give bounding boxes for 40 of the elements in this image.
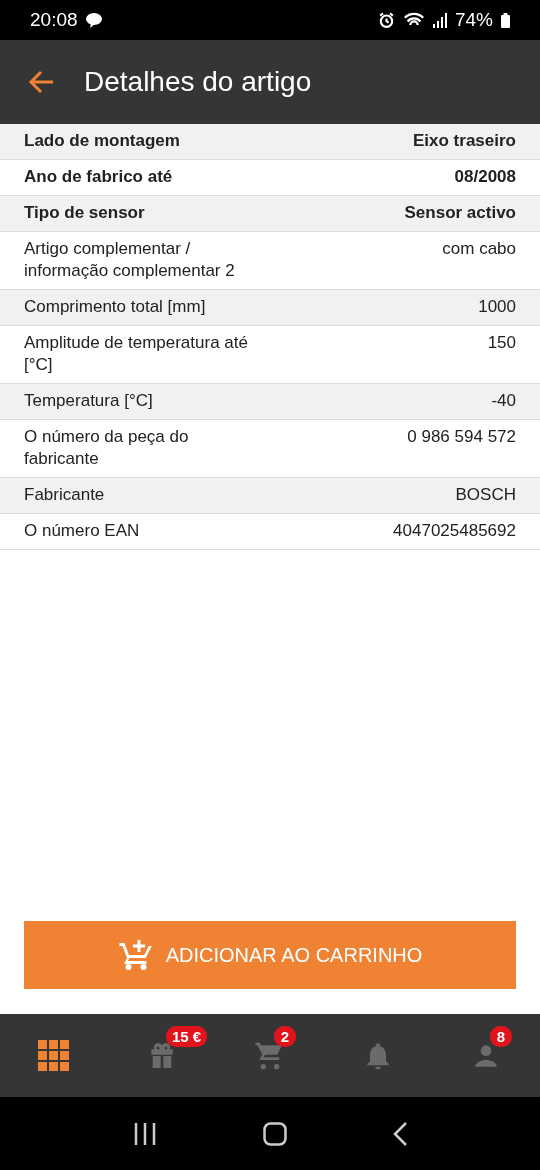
alarm-icon <box>377 11 395 29</box>
detail-value: 08/2008 <box>454 166 516 188</box>
detail-value: 1000 <box>478 296 516 318</box>
status-time: 20:08 <box>30 9 78 31</box>
home-icon[interactable] <box>263 1121 287 1146</box>
detail-value: BOSCH <box>455 484 516 506</box>
back-arrow-icon[interactable] <box>28 70 54 94</box>
chat-bubble-icon <box>85 12 102 28</box>
detail-label: Artigo complementar / informação complementar 2 <box>24 238 236 282</box>
screen-title: Detalhes do artigo <box>84 66 312 98</box>
recent-apps-icon[interactable] <box>133 1122 157 1145</box>
detail-value: 0 986 594 572 <box>407 426 516 448</box>
grid-icon <box>38 1039 70 1072</box>
detail-label: Amplitude de temperatura até [°C] <box>24 332 249 376</box>
signal-icon <box>432 12 447 28</box>
count-badge: 15 € <box>166 1025 208 1047</box>
detail-value: 150 <box>487 332 516 354</box>
nav-tab[interactable]: 2 <box>216 1025 324 1086</box>
count-badge: 2 <box>274 1025 296 1047</box>
detail-value: -40 <box>491 390 516 412</box>
detail-value: 4047025485692 <box>393 520 516 542</box>
detail-value: com cabo <box>442 238 516 260</box>
detail-label: Fabricante <box>24 484 105 506</box>
detail-label: Comprimento total [mm] <box>24 296 206 318</box>
back-icon[interactable] <box>393 1121 407 1146</box>
detail-label: Temperatura [°C] <box>24 390 153 412</box>
count-badge: 8 <box>490 1025 512 1047</box>
detail-label: Ano de fabrico até <box>24 166 173 188</box>
nav-tab[interactable]: 8 <box>432 1025 540 1086</box>
add-to-cart-button[interactable]: ADICIONAR AO CARRINHO <box>24 921 516 989</box>
detail-value: Eixo traseiro <box>413 130 516 152</box>
detail-value: Sensor activo <box>404 202 516 224</box>
detail-label: O número da peça do fabricante <box>24 426 190 470</box>
cart-plus-icon <box>117 937 154 973</box>
nav-tab[interactable]: 15 € <box>108 1025 216 1086</box>
detail-label: Tipo de sensor <box>24 202 145 224</box>
detail-label: Lado de montagem <box>24 130 180 152</box>
battery-icon <box>501 12 510 28</box>
battery-percent: 74% <box>454 9 493 31</box>
detail-label: O número EAN <box>24 520 140 542</box>
